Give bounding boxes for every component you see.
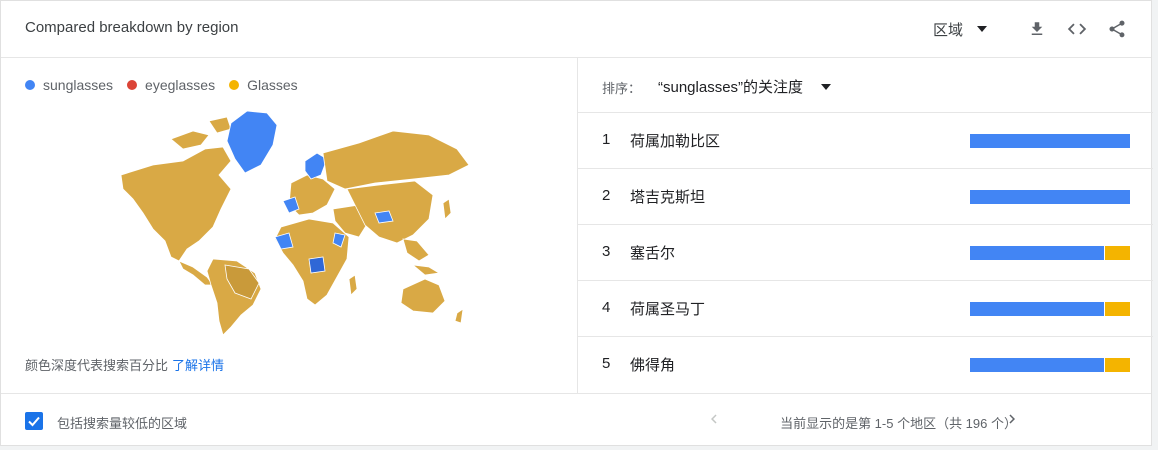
map-note: 颜色深度代表搜索百分比 了解详情: [25, 355, 224, 374]
share-bar: [970, 190, 1130, 204]
share-segment-glasses: [1103, 358, 1130, 372]
map-southeast-asia: [402, 238, 430, 262]
share-segment-glasses: [1103, 246, 1130, 260]
legend-label: eyeglasses: [145, 77, 216, 93]
world-map[interactable]: [113, 109, 473, 337]
map-note-text: 颜色深度代表搜索百分比: [25, 358, 169, 373]
legend-label: Glasses: [247, 77, 298, 93]
region-name: 塞舌尔: [630, 245, 676, 262]
share-bar: [970, 358, 1130, 372]
share-segment-sunglasses: [970, 190, 1130, 204]
region-name: 荷属圣马丁: [630, 301, 706, 318]
map-australia: [400, 278, 446, 314]
card-header: Compared breakdown by region 区域: [1, 1, 1151, 58]
dropdown-caret-icon: [977, 26, 987, 32]
map-canada-islands: [170, 116, 232, 150]
region-level-dropdown[interactable]: 区域: [933, 19, 987, 40]
sort-dropdown[interactable]: “sunglasses”的关注度: [658, 76, 832, 97]
chevron-right-icon[interactable]: [1003, 410, 1021, 433]
map-new-zealand: [454, 308, 464, 324]
check-icon: [28, 416, 40, 427]
legend-dot: [127, 80, 138, 90]
legend-item-sunglasses: sunglasses: [25, 77, 113, 93]
share-segment-sunglasses: [970, 302, 1104, 316]
region-list: 1 荷属加勒比区 2 塔吉克斯坦 3 塞舌尔 4 荷属圣马丁 5 佛得角: [578, 113, 1153, 392]
embed-code-icon[interactable]: [1065, 17, 1089, 41]
sort-value: “sunglasses”的关注度: [658, 79, 804, 96]
map-north-america: [120, 146, 232, 262]
region-row[interactable]: 3 塞舌尔: [578, 225, 1153, 281]
share-segment-sunglasses: [970, 134, 1130, 148]
card-footer: 包括搜索量较低的区域 当前显示的是第 1-5 个地区（共 196 个）: [1, 393, 1151, 448]
region-name: 荷属加勒比区: [630, 133, 721, 150]
chevron-left-icon[interactable]: [705, 410, 723, 433]
share-segment-sunglasses: [970, 358, 1104, 372]
legend-item-eyeglasses: eyeglasses: [127, 77, 215, 93]
map-russia: [322, 130, 470, 190]
map-legend: sunglasses eyeglasses Glasses: [25, 77, 312, 93]
share-bar: [970, 302, 1130, 316]
region-rank: 5: [602, 355, 611, 372]
region-name: 塔吉克斯坦: [630, 189, 706, 206]
map-greenland: [226, 110, 278, 174]
region-rank: 3: [602, 243, 611, 260]
map-central-africa: [308, 256, 326, 274]
region-row[interactable]: 5 佛得角: [578, 337, 1153, 392]
region-rank: 2: [602, 187, 611, 204]
region-rank: 1: [602, 131, 611, 148]
card-title: Compared breakdown by region: [25, 19, 239, 36]
legend-dot: [229, 80, 240, 90]
region-row[interactable]: 1 荷属加勒比区: [578, 113, 1153, 169]
share-bar: [970, 246, 1130, 260]
map-japan: [442, 198, 452, 220]
region-name: 佛得角: [630, 357, 676, 374]
share-segment-glasses: [1103, 302, 1130, 316]
sort-row: 排序： “sunglasses”的关注度: [578, 57, 1153, 113]
low-volume-checkbox[interactable]: [25, 412, 43, 430]
share-bar: [970, 134, 1130, 148]
sort-label: 排序：: [602, 81, 642, 96]
region-row[interactable]: 2 塔吉克斯坦: [578, 169, 1153, 225]
region-level-label: 区域: [932, 21, 963, 39]
share-icon[interactable]: [1105, 17, 1129, 41]
learn-more-link[interactable]: 了解详情: [172, 358, 224, 373]
legend-label: sunglasses: [43, 77, 114, 93]
dropdown-caret-icon: [821, 83, 832, 90]
pagination-text: 当前显示的是第 1-5 个地区（共 196 个）: [780, 416, 1017, 431]
legend-dot: [25, 80, 35, 90]
region-row[interactable]: 4 荷属圣马丁: [578, 281, 1153, 337]
map-indonesia: [411, 264, 441, 276]
share-segment-sunglasses: [970, 246, 1104, 260]
map-madagascar: [348, 274, 358, 296]
legend-item-glasses: Glasses: [229, 77, 298, 93]
region-rank: 4: [602, 299, 611, 316]
header-actions: 区域: [933, 15, 1129, 43]
region-breakdown-card: Compared breakdown by region 区域 sunglass…: [0, 0, 1153, 448]
download-icon[interactable]: [1025, 17, 1049, 41]
low-volume-checkbox-label: 包括搜索量较低的区域: [57, 416, 188, 431]
